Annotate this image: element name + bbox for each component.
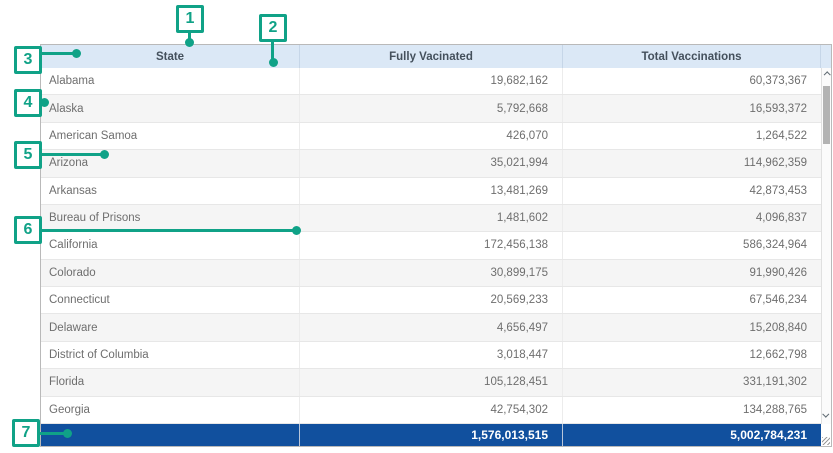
- summary-fully-vaccinated-cell: 1,576,013,515: [300, 424, 563, 446]
- total-vaccinations-cell: 134,288,765: [563, 397, 821, 423]
- table-row[interactable]: District of Columbia 3,018,447 12,662,79…: [41, 342, 821, 369]
- table-header-row: State Fully Vacinated Total Vaccinations: [41, 45, 831, 68]
- callout-5-dot: [100, 150, 109, 159]
- callout-6-line: [42, 229, 294, 232]
- callout-3: 3: [14, 46, 42, 74]
- fully-vaccinated-cell: 426,070: [300, 123, 563, 149]
- callout-6-dot: [292, 226, 301, 235]
- callout-1-dot: [185, 38, 194, 47]
- total-vaccinations-cell: 91,990,426: [563, 260, 821, 286]
- table-corner: [821, 424, 831, 446]
- state-cell: Colorado: [41, 260, 300, 286]
- resize-grip-icon[interactable]: [822, 437, 830, 445]
- table-row[interactable]: Connecticut 20,569,233 67,546,234: [41, 287, 821, 314]
- state-cell: Georgia: [41, 397, 300, 423]
- table-row[interactable]: Alaska 5,792,668 16,593,372: [41, 95, 821, 122]
- table-row[interactable]: Alabama 19,682,162 60,373,367: [41, 68, 821, 95]
- header-scrollbar-spacer: [821, 45, 831, 68]
- column-header-fully-vaccinated[interactable]: Fully Vacinated: [300, 45, 563, 68]
- table-row[interactable]: Georgia 42,754,302 134,288,765: [41, 397, 821, 424]
- state-cell: Alaska: [41, 95, 300, 121]
- state-cell: Florida: [41, 369, 300, 395]
- total-vaccinations-cell: 16,593,372: [563, 95, 821, 121]
- callout-7-dot: [63, 429, 72, 438]
- fully-vaccinated-cell: 13,481,269: [300, 178, 563, 204]
- fully-vaccinated-cell: 30,899,175: [300, 260, 563, 286]
- state-cell: District of Columbia: [41, 342, 300, 368]
- callout-6: 6: [14, 216, 42, 244]
- table-row[interactable]: Colorado 30,899,175 91,990,426: [41, 260, 821, 287]
- fully-vaccinated-cell: 172,456,138: [300, 232, 563, 258]
- state-cell: Arkansas: [41, 178, 300, 204]
- fully-vaccinated-cell: 5,792,668: [300, 95, 563, 121]
- callout-5: 5: [14, 141, 42, 169]
- table-row[interactable]: Arizona 35,021,994 114,962,359: [41, 150, 821, 177]
- total-vaccinations-cell: 114,962,359: [563, 150, 821, 176]
- fully-vaccinated-cell: 105,128,451: [300, 369, 563, 395]
- fully-vaccinated-cell: 3,018,447: [300, 342, 563, 368]
- total-vaccinations-cell: 4,096,837: [563, 205, 821, 231]
- summary-total-vaccinations-cell: 5,002,784,231: [563, 424, 821, 446]
- scroll-up-button[interactable]: [822, 68, 831, 82]
- total-vaccinations-cell: 67,546,234: [563, 287, 821, 313]
- scrollbar-thumb[interactable]: [823, 86, 830, 144]
- fully-vaccinated-cell: 19,682,162: [300, 68, 563, 94]
- callout-3-dot: [72, 49, 81, 58]
- fully-vaccinated-cell: 4,656,497: [300, 314, 563, 340]
- state-cell: Bureau of Prisons: [41, 205, 300, 231]
- total-vaccinations-cell: 15,208,840: [563, 314, 821, 340]
- table-body: Alabama 19,682,162 60,373,367 Alaska 5,7…: [41, 68, 831, 424]
- vertical-scrollbar[interactable]: [821, 68, 831, 424]
- callout-2: 2: [259, 14, 287, 42]
- total-vaccinations-cell: 586,324,964: [563, 232, 821, 258]
- table-row[interactable]: Florida 105,128,451 331,191,302: [41, 369, 821, 396]
- fully-vaccinated-cell: 20,569,233: [300, 287, 563, 313]
- scroll-down-button[interactable]: [822, 406, 831, 420]
- total-vaccinations-cell: 331,191,302: [563, 369, 821, 395]
- table-row[interactable]: Arkansas 13,481,269 42,873,453: [41, 178, 821, 205]
- column-header-total-vaccinations[interactable]: Total Vaccinations: [563, 45, 821, 68]
- state-cell: American Samoa: [41, 123, 300, 149]
- chevron-up-icon: [824, 71, 831, 78]
- total-vaccinations-cell: 1,264,522: [563, 123, 821, 149]
- total-vaccinations-cell: 60,373,367: [563, 68, 821, 94]
- summary-state-cell: [41, 424, 300, 446]
- callout-7: 7: [12, 419, 40, 447]
- table-rows: Alabama 19,682,162 60,373,367 Alaska 5,7…: [41, 68, 821, 424]
- state-cell: Connecticut: [41, 287, 300, 313]
- total-vaccinations-cell: 42,873,453: [563, 178, 821, 204]
- summary-row: 1,576,013,515 5,002,784,231: [41, 424, 831, 446]
- state-cell: Alabama: [41, 68, 300, 94]
- table-row[interactable]: Delaware 4,656,497 15,208,840: [41, 314, 821, 341]
- table-row[interactable]: American Samoa 426,070 1,264,522: [41, 123, 821, 150]
- callout-2-dot: [269, 58, 278, 67]
- callout-5-line: [42, 153, 102, 156]
- total-vaccinations-cell: 12,662,798: [563, 342, 821, 368]
- chevron-down-icon: [822, 410, 829, 417]
- attribute-table: State Fully Vacinated Total Vaccinations…: [40, 44, 832, 447]
- fully-vaccinated-cell: 1,481,602: [300, 205, 563, 231]
- table-row[interactable]: California 172,456,138 586,324,964: [41, 232, 821, 259]
- callout-1: 1: [176, 5, 204, 33]
- state-cell: California: [41, 232, 300, 258]
- callout-3-line: [42, 52, 74, 55]
- fully-vaccinated-cell: 42,754,302: [300, 397, 563, 423]
- callout-4: 4: [14, 89, 42, 117]
- fully-vaccinated-cell: 35,021,994: [300, 150, 563, 176]
- state-cell: Delaware: [41, 314, 300, 340]
